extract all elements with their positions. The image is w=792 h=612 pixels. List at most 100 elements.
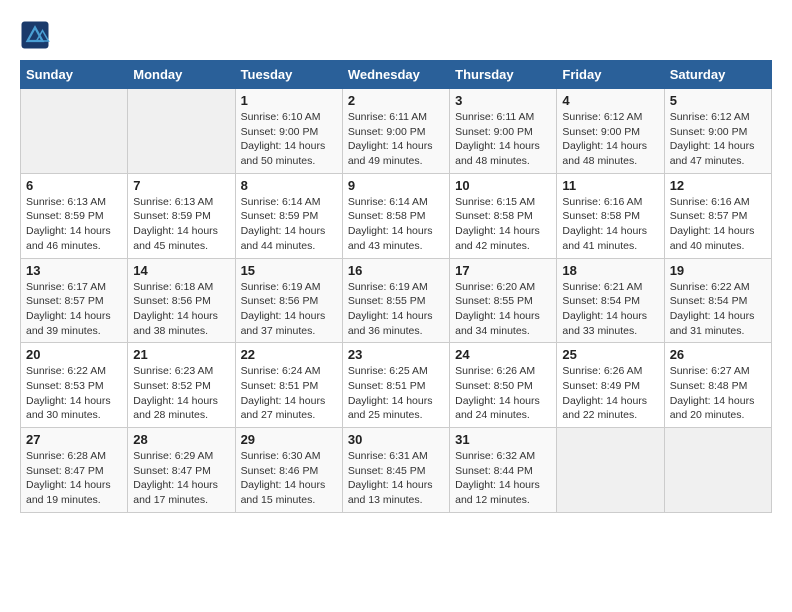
day-number: 21 (133, 347, 229, 362)
day-info: Sunrise: 6:23 AM Sunset: 8:52 PM Dayligh… (133, 364, 229, 423)
calendar-cell: 8Sunrise: 6:14 AM Sunset: 8:59 PM Daylig… (235, 173, 342, 258)
day-number: 1 (241, 93, 337, 108)
day-info: Sunrise: 6:19 AM Sunset: 8:55 PM Dayligh… (348, 280, 444, 339)
calendar-cell (557, 428, 664, 513)
day-info: Sunrise: 6:16 AM Sunset: 8:57 PM Dayligh… (670, 195, 766, 254)
day-number: 18 (562, 263, 658, 278)
column-header-tuesday: Tuesday (235, 61, 342, 89)
calendar-cell: 15Sunrise: 6:19 AM Sunset: 8:56 PM Dayli… (235, 258, 342, 343)
day-number: 6 (26, 178, 122, 193)
day-number: 16 (348, 263, 444, 278)
day-info: Sunrise: 6:22 AM Sunset: 8:53 PM Dayligh… (26, 364, 122, 423)
column-header-sunday: Sunday (21, 61, 128, 89)
day-number: 17 (455, 263, 551, 278)
calendar-cell: 27 Sunrise: 6:28 AM Sunset: 8:47 PM Dayli… (21, 428, 128, 513)
week-row-3: 13 Sunrise: 6:17 AM Sunset: 8:57 PM Dayli… (21, 258, 772, 343)
calendar-cell: 3 Sunrise: 6:11 AM Sunset: 9:00 PM Daylig… (450, 89, 557, 174)
day-number: 13 (26, 263, 122, 278)
day-info: Sunrise: 6:27 AM Sunset: 8:48 PM Dayligh… (670, 364, 766, 423)
calendar-header-row: SundayMondayTuesdayWednesdayThursdayFrid… (21, 61, 772, 89)
logo (20, 20, 54, 50)
day-number: 4 (562, 93, 658, 108)
day-info: Sunrise: 6:13 AM Sunset: 8:59 PM Dayligh… (26, 195, 122, 254)
day-number: 11 (562, 178, 658, 193)
day-number: 5 (670, 93, 766, 108)
day-info: Sunrise: 6:13 AM Sunset: 8:59 PM Dayligh… (133, 195, 229, 254)
calendar-cell: 16 Sunrise: 6:19 AM Sunset: 8:55 PM Dayli… (342, 258, 449, 343)
calendar-cell: 11 Sunrise: 6:16 AM Sunset: 8:58 PM Dayli… (557, 173, 664, 258)
calendar-cell: 28 Sunrise: 6:29 AM Sunset: 8:47 PM Dayli… (128, 428, 235, 513)
day-info: Sunrise: 6:21 AM Sunset: 8:54 PM Dayligh… (562, 280, 658, 339)
day-info: Sunrise: 6:17 AM Sunset: 8:57 PM Dayligh… (26, 280, 122, 339)
week-row-2: 6 Sunrise: 6:13 AM Sunset: 8:59 PM Daylig… (21, 173, 772, 258)
day-info: Sunrise: 6:30 AM Sunset: 8:46 PM Dayligh… (241, 449, 337, 508)
calendar-cell: 10 Sunrise: 6:15 AM Sunset: 8:58 PM Dayli… (450, 173, 557, 258)
day-number: 14 (133, 263, 229, 278)
day-info: Sunrise: 6:14 AM Sunset: 8:58 PM Dayligh… (348, 195, 444, 254)
calendar-cell: 9 Sunrise: 6:14 AM Sunset: 8:58 PM Daylig… (342, 173, 449, 258)
day-info: Sunrise: 6:24 AM Sunset: 8:51 PM Dayligh… (241, 364, 337, 423)
day-number: 3 (455, 93, 551, 108)
day-number: 8 (241, 178, 337, 193)
page-header (20, 20, 772, 50)
day-info: Sunrise: 6:28 AM Sunset: 8:47 PM Dayligh… (26, 449, 122, 508)
calendar-cell: 17 Sunrise: 6:20 AM Sunset: 8:55 PM Dayli… (450, 258, 557, 343)
day-number: 26 (670, 347, 766, 362)
day-number: 7 (133, 178, 229, 193)
logo-icon (20, 20, 50, 50)
column-header-wednesday: Wednesday (342, 61, 449, 89)
day-number: 9 (348, 178, 444, 193)
day-number: 29 (241, 432, 337, 447)
day-number: 24 (455, 347, 551, 362)
day-info: Sunrise: 6:20 AM Sunset: 8:55 PM Dayligh… (455, 280, 551, 339)
calendar-cell: 12Sunrise: 6:16 AM Sunset: 8:57 PM Dayli… (664, 173, 771, 258)
day-info: Sunrise: 6:29 AM Sunset: 8:47 PM Dayligh… (133, 449, 229, 508)
column-header-saturday: Saturday (664, 61, 771, 89)
calendar-cell: 7 Sunrise: 6:13 AM Sunset: 8:59 PM Daylig… (128, 173, 235, 258)
calendar-cell: 24 Sunrise: 6:26 AM Sunset: 8:50 PM Dayli… (450, 343, 557, 428)
week-row-1: 1 Sunrise: 6:10 AM Sunset: 9:00 PM Daylig… (21, 89, 772, 174)
calendar-cell: 29 Sunrise: 6:30 AM Sunset: 8:46 PM Dayli… (235, 428, 342, 513)
column-header-thursday: Thursday (450, 61, 557, 89)
day-number: 2 (348, 93, 444, 108)
day-number: 27 (26, 432, 122, 447)
calendar-cell: 25Sunrise: 6:26 AM Sunset: 8:49 PM Dayli… (557, 343, 664, 428)
week-row-4: 20 Sunrise: 6:22 AM Sunset: 8:53 PM Dayli… (21, 343, 772, 428)
day-number: 31 (455, 432, 551, 447)
day-info: Sunrise: 6:31 AM Sunset: 8:45 PM Dayligh… (348, 449, 444, 508)
calendar-cell: 4 Sunrise: 6:12 AM Sunset: 9:00 PM Daylig… (557, 89, 664, 174)
day-number: 10 (455, 178, 551, 193)
day-number: 22 (241, 347, 337, 362)
column-header-friday: Friday (557, 61, 664, 89)
day-info: Sunrise: 6:10 AM Sunset: 9:00 PM Dayligh… (241, 110, 337, 169)
day-info: Sunrise: 6:15 AM Sunset: 8:58 PM Dayligh… (455, 195, 551, 254)
calendar-cell (664, 428, 771, 513)
day-info: Sunrise: 6:18 AM Sunset: 8:56 PM Dayligh… (133, 280, 229, 339)
calendar-cell: 2Sunrise: 6:11 AM Sunset: 9:00 PM Daylig… (342, 89, 449, 174)
calendar-cell: 26 Sunrise: 6:27 AM Sunset: 8:48 PM Dayli… (664, 343, 771, 428)
calendar-cell: 5 Sunrise: 6:12 AM Sunset: 9:00 PM Daylig… (664, 89, 771, 174)
day-number: 20 (26, 347, 122, 362)
day-info: Sunrise: 6:25 AM Sunset: 8:51 PM Dayligh… (348, 364, 444, 423)
calendar-cell: 21 Sunrise: 6:23 AM Sunset: 8:52 PM Dayli… (128, 343, 235, 428)
day-info: Sunrise: 6:12 AM Sunset: 9:00 PM Dayligh… (670, 110, 766, 169)
calendar-cell: 14 Sunrise: 6:18 AM Sunset: 8:56 PM Dayli… (128, 258, 235, 343)
day-info: Sunrise: 6:19 AM Sunset: 8:56 PM Dayligh… (241, 280, 337, 339)
calendar-cell: 19 Sunrise: 6:22 AM Sunset: 8:54 PM Dayli… (664, 258, 771, 343)
day-info: Sunrise: 6:11 AM Sunset: 9:00 PM Dayligh… (455, 110, 551, 169)
day-info: Sunrise: 6:32 AM Sunset: 8:44 PM Dayligh… (455, 449, 551, 508)
day-info: Sunrise: 6:12 AM Sunset: 9:00 PM Dayligh… (562, 110, 658, 169)
calendar-cell: 22 Sunrise: 6:24 AM Sunset: 8:51 PM Dayli… (235, 343, 342, 428)
day-number: 19 (670, 263, 766, 278)
calendar-cell: 18 Sunrise: 6:21 AM Sunset: 8:54 PM Dayli… (557, 258, 664, 343)
day-number: 28 (133, 432, 229, 447)
day-info: Sunrise: 6:16 AM Sunset: 8:58 PM Dayligh… (562, 195, 658, 254)
calendar-cell: 6 Sunrise: 6:13 AM Sunset: 8:59 PM Daylig… (21, 173, 128, 258)
day-info: Sunrise: 6:22 AM Sunset: 8:54 PM Dayligh… (670, 280, 766, 339)
calendar-cell: 30Sunrise: 6:31 AM Sunset: 8:45 PM Dayli… (342, 428, 449, 513)
calendar-cell (128, 89, 235, 174)
day-info: Sunrise: 6:26 AM Sunset: 8:50 PM Dayligh… (455, 364, 551, 423)
calendar-cell: 31 Sunrise: 6:32 AM Sunset: 8:44 PM Dayli… (450, 428, 557, 513)
calendar-cell: 13 Sunrise: 6:17 AM Sunset: 8:57 PM Dayli… (21, 258, 128, 343)
calendar-cell: 1 Sunrise: 6:10 AM Sunset: 9:00 PM Daylig… (235, 89, 342, 174)
